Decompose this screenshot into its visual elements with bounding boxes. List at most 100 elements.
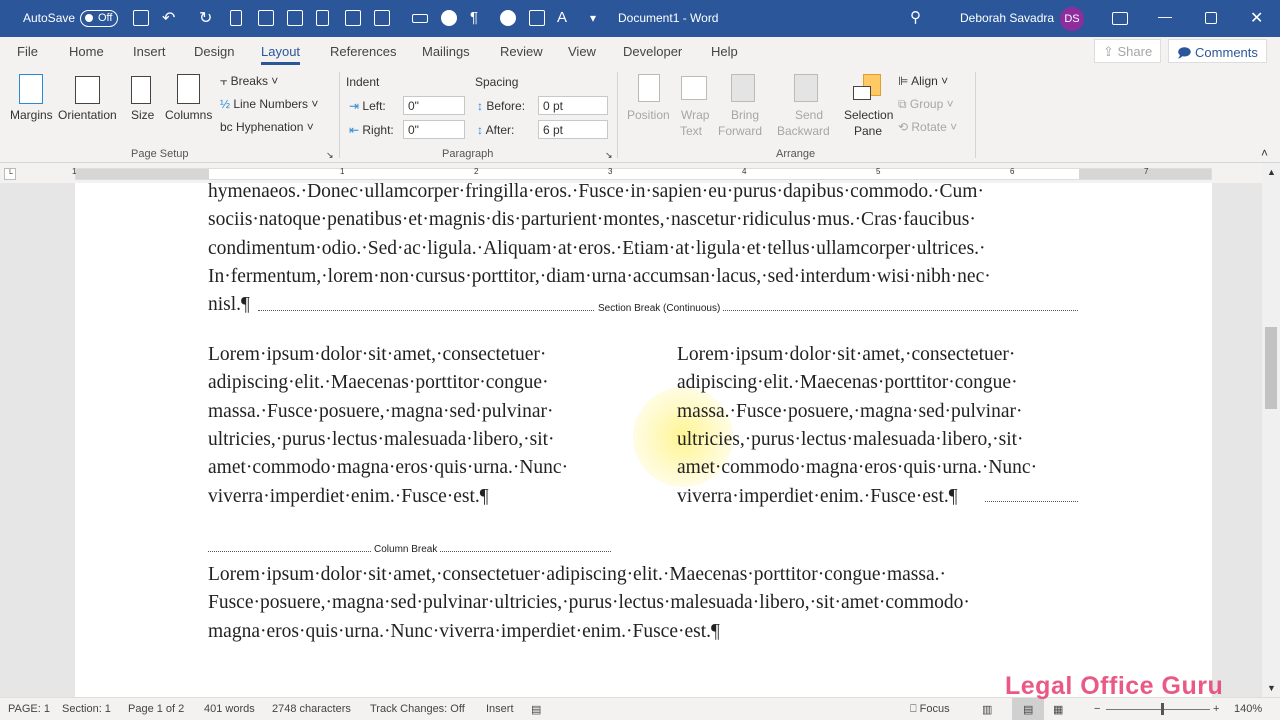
position-button[interactable]: Position	[627, 108, 670, 122]
print-preview-icon[interactable]	[287, 10, 303, 26]
web-layout-icon[interactable]: ▦	[1053, 703, 1063, 716]
tab-insert[interactable]: Insert	[133, 44, 166, 59]
tab-home[interactable]: Home	[69, 44, 104, 59]
title-bar: AutoSave Off ↶ ↻ ¶ A ▾ Document1 - Word …	[0, 0, 1280, 37]
quick-print-icon[interactable]	[316, 10, 329, 26]
new-document-icon[interactable]	[230, 10, 242, 26]
tab-help[interactable]: Help	[711, 44, 738, 59]
orientation-button[interactable]: Orientation	[58, 108, 117, 122]
macro-icon[interactable]: ▤	[531, 703, 541, 716]
minimize-icon[interactable]: —	[1158, 8, 1172, 24]
text-line: viverra·imperdiet·enim.·Fusce·est.¶	[208, 485, 489, 507]
scroll-down-icon[interactable]: ▼	[1267, 683, 1276, 693]
document-page[interactable]: hymenaeos.·Donec·ullamcorper·fringilla·e…	[75, 183, 1212, 697]
zoom-slider[interactable]	[1106, 709, 1210, 710]
bring-forward-button[interactable]: Bring	[731, 108, 759, 122]
ribbon-tabs: File Home Insert Design Layout Reference…	[0, 37, 1280, 66]
undo-icon[interactable]: ↶	[162, 8, 175, 28]
spacing-before-input[interactable]: 0 pt	[538, 96, 608, 115]
zoom-level[interactable]: 140%	[1234, 703, 1262, 715]
open-icon[interactable]	[258, 10, 274, 26]
wrap-text-button[interactable]: Wrap	[681, 108, 709, 122]
status-page[interactable]: PAGE: 1	[8, 703, 50, 715]
text-line: ultricies,·purus·lectus·malesuada·libero…	[677, 428, 1024, 450]
rotate-button[interactable]: ⟲ Rotate ˅	[898, 120, 957, 134]
folder-icon[interactable]	[529, 10, 545, 26]
spacing-label: Spacing	[475, 75, 519, 89]
status-characters[interactable]: 2748 characters	[272, 703, 351, 715]
send-backward-button[interactable]: Send	[795, 108, 823, 122]
zoom-in-button[interactable]: +	[1213, 703, 1219, 715]
maximize-icon[interactable]	[1205, 12, 1217, 24]
bring-forward-button-line2[interactable]: Forward	[718, 124, 762, 138]
text-line: sociis·natoque·penatibus·et·magnis·dis·p…	[208, 209, 976, 231]
status-words[interactable]: 401 words	[204, 703, 255, 715]
redo-icon[interactable]: ↻	[199, 8, 212, 28]
columns-button[interactable]: Columns	[165, 108, 212, 122]
zoom-out-button[interactable]: −	[1094, 703, 1100, 715]
hyphenation-icon: bc	[220, 120, 237, 134]
font-icon[interactable]: A	[557, 9, 567, 26]
ribbon-display-icon[interactable]	[1112, 12, 1128, 25]
autosave-toggle[interactable]: Off	[80, 10, 118, 27]
margins-button[interactable]: Margins	[10, 108, 53, 122]
rotate-label: Rotate	[911, 120, 947, 134]
paragraph-launcher[interactable]: ↘	[605, 150, 613, 161]
document-edit-icon[interactable]	[374, 10, 390, 26]
circle-icon-2[interactable]	[500, 10, 516, 26]
selection-pane-button-line2[interactable]: Pane	[854, 124, 882, 138]
indent-right-input[interactable]: 0"	[403, 120, 465, 139]
read-mode-icon[interactable]: ▥	[982, 703, 992, 716]
tab-file[interactable]: File	[17, 44, 38, 59]
circle-icon[interactable]	[441, 10, 457, 26]
page-setup-launcher[interactable]: ↘	[326, 150, 334, 161]
status-track-changes[interactable]: Track Changes: Off	[370, 703, 465, 715]
indent-label: Indent	[346, 75, 380, 89]
email-icon[interactable]	[345, 10, 361, 26]
tab-layout[interactable]: Layout	[261, 44, 301, 65]
indent-left-input[interactable]: 0"	[403, 96, 465, 115]
ruler-number: 1	[72, 167, 77, 176]
hyphenation-button[interactable]: bc Hyphenation ˅	[220, 120, 314, 134]
avatar[interactable]: DS	[1060, 7, 1084, 31]
share-button[interactable]: ⇪ Share	[1094, 39, 1162, 63]
tab-view[interactable]: View	[568, 44, 596, 59]
tab-design[interactable]: Design	[194, 44, 234, 59]
scrollbar-thumb[interactable]	[1265, 327, 1277, 409]
text-line: amet·commodo·magna·eros·quis·urna.·Nunc·	[677, 457, 1038, 479]
show-formatting-icon[interactable]: ¶	[470, 9, 478, 26]
spacing-after-input[interactable]: 6 pt	[538, 120, 608, 139]
wrap-text-button-line2[interactable]: Text	[680, 124, 702, 138]
size-icon	[131, 76, 151, 104]
scroll-up-icon[interactable]: ▲	[1267, 167, 1276, 177]
collapse-ribbon-icon[interactable]: ˄	[1261, 146, 1268, 160]
breaks-button[interactable]: ⫟ Breaks ˅	[220, 74, 278, 89]
status-page-of[interactable]: Page 1 of 2	[128, 703, 184, 715]
ribbon: Margins Orientation Size Columns ⫟ Break…	[0, 66, 1280, 163]
status-section[interactable]: Section: 1	[62, 703, 111, 715]
close-icon[interactable]: ✕	[1250, 8, 1263, 28]
tab-developer[interactable]: Developer	[623, 44, 682, 59]
tab-review[interactable]: Review	[500, 44, 543, 59]
vertical-scrollbar[interactable]: ▲ ▼	[1262, 163, 1280, 697]
group-button[interactable]: ⧉ Group ˅	[898, 97, 954, 112]
zoom-slider-thumb[interactable]	[1161, 703, 1164, 715]
comments-button[interactable]: 🗩 Comments	[1168, 39, 1267, 63]
search-icon[interactable]: ⚲	[910, 8, 921, 26]
status-insert[interactable]: Insert	[486, 703, 514, 715]
fit-width-icon[interactable]	[412, 14, 428, 23]
focus-button[interactable]: ⎕ Focus	[910, 703, 950, 716]
send-backward-button-line2[interactable]: Backward	[777, 124, 830, 138]
user-name[interactable]: Deborah Savadra	[960, 11, 1054, 25]
tab-mailings[interactable]: Mailings	[422, 44, 470, 59]
align-button[interactable]: ⊫ Align ˅	[898, 74, 948, 88]
tab-references[interactable]: References	[330, 44, 396, 59]
selection-pane-button[interactable]: Selection	[844, 108, 893, 122]
print-layout-button[interactable]: ▤	[1012, 698, 1044, 720]
save-icon[interactable]	[133, 10, 149, 26]
line-numbers-button[interactable]: ½ Line Numbers ˅	[220, 97, 318, 111]
tab-selector[interactable]: └	[4, 168, 16, 180]
ruler-bar[interactable]: 1 1 2 3 4 5 6 7	[72, 167, 1212, 180]
customize-qat-icon[interactable]: ▾	[590, 11, 596, 25]
size-button[interactable]: Size	[131, 108, 154, 122]
